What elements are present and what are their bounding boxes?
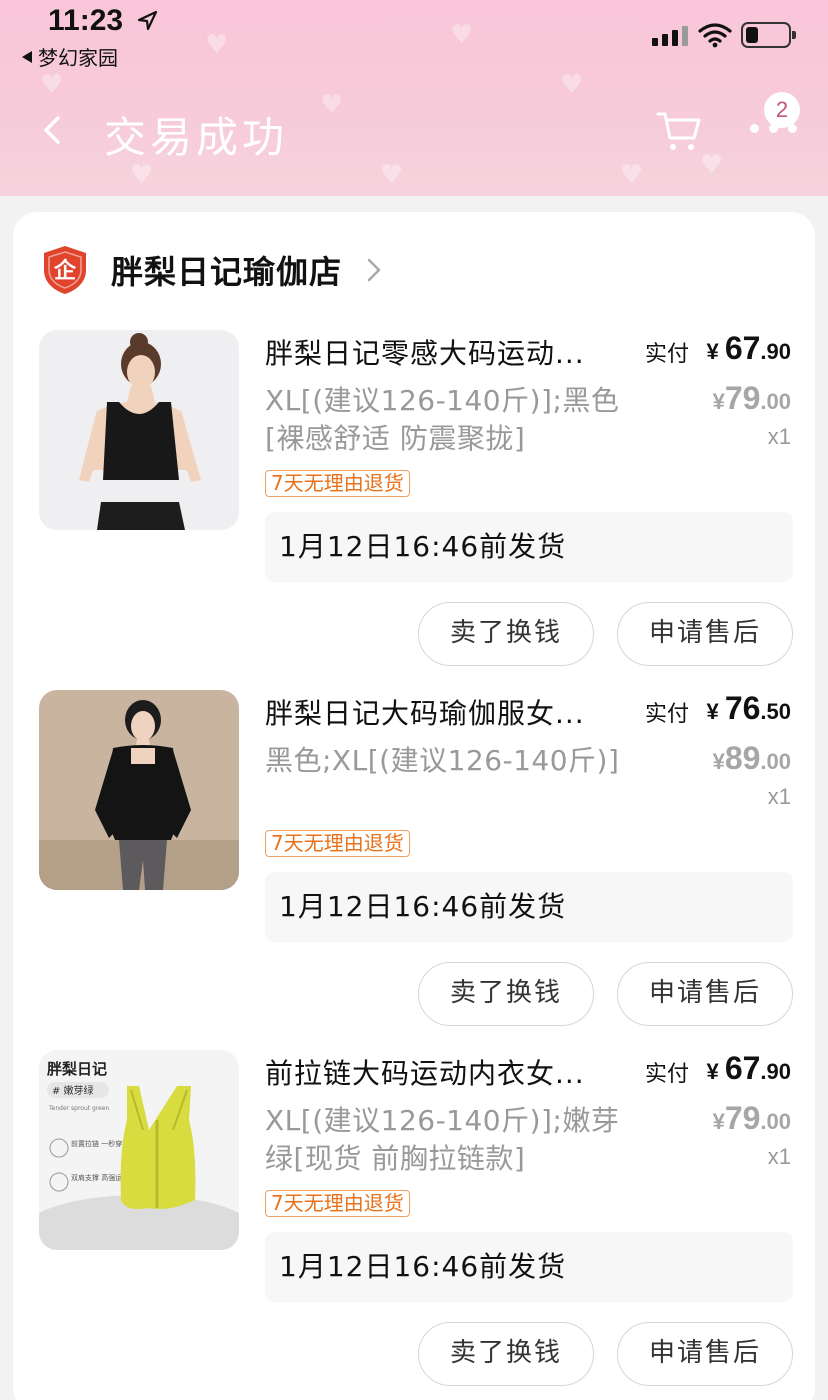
top-header: ♥ ♥ ♥ ♥ ♥ ♥ ♥ ♥ ♥ 11:23 梦幻家园 交易成功 2 <box>0 0 828 196</box>
sell-button[interactable]: 卖了换钱 <box>418 602 594 666</box>
heart-decoration: ♥ <box>320 90 344 120</box>
order-card: 企 胖梨日记瑜伽店 胖梨日记零感大码运动... 实付 ¥ 67.90 XL[(建… <box>13 212 815 1400</box>
heart-decoration: ♥ <box>560 70 584 100</box>
quantity: x1 <box>767 784 791 809</box>
return-policy-tag: 7天无理由退货 <box>265 1190 410 1217</box>
shipping-time: 1月12日16:46前发货 <box>265 872 793 942</box>
sell-button[interactable]: 卖了换钱 <box>418 1322 594 1386</box>
shop-name[interactable]: 胖梨日记瑜伽店 <box>111 247 342 293</box>
order-item: 胖梨日记 # 嫩芽绿 Tender sprout green 前置拉链 一秒穿戴… <box>13 1050 815 1400</box>
thumb-en: Tender sprout green <box>48 1105 110 1112</box>
shop-logo-char: 企 <box>53 258 77 284</box>
heart-decoration: ♥ <box>205 30 229 60</box>
back-triangle-icon <box>22 50 32 63</box>
heart-decoration: ♥ <box>700 150 724 180</box>
heart-decoration: ♥ <box>620 160 644 190</box>
product-image[interactable] <box>39 690 239 890</box>
after-sale-button[interactable]: 申请售后 <box>617 1322 793 1386</box>
product-title[interactable]: 胖梨日记大码瑜伽服女... <box>265 692 615 732</box>
cellular-signal-icon <box>652 26 688 46</box>
thumb-feature-1: 前置拉链 一秒穿戴 <box>71 1139 129 1148</box>
order-item: 胖梨日记大码瑜伽服女... 实付 ¥ 76.50 黑色;XL[(建议126-14… <box>13 690 815 1050</box>
cart-icon[interactable] <box>656 110 702 152</box>
shop-header[interactable]: 企 胖梨日记瑜伽店 <box>41 244 384 296</box>
order-item: 胖梨日记零感大码运动... 实付 ¥ 67.90 XL[(建议126-140斤)… <box>13 330 815 690</box>
thumb-brand: 胖梨日记 <box>47 1060 107 1078</box>
product-title[interactable]: 前拉链大码运动内衣女... <box>265 1052 615 1092</box>
original-price: ¥89.00 <box>712 740 791 776</box>
back-app-label: 梦幻家园 <box>38 46 118 70</box>
shipping-time: 1月12日16:46前发货 <box>265 512 793 582</box>
heart-decoration: ♥ <box>450 20 474 50</box>
thumb-feature-2: 双肩支撑 高强运动 <box>71 1173 129 1182</box>
heart-decoration: ♥ <box>40 70 64 100</box>
paid-price: ¥ 67.90 <box>706 330 791 366</box>
paid-label: 实付 <box>645 702 690 727</box>
product-image[interactable] <box>39 330 239 530</box>
back-to-app-link[interactable]: 梦幻家园 <box>22 42 118 71</box>
paid-price: ¥ 76.50 <box>706 690 791 726</box>
shop-badge-icon: 企 <box>44 246 86 294</box>
product-title[interactable]: 胖梨日记零感大码运动... <box>265 332 615 372</box>
status-time: 11:23 <box>48 4 124 37</box>
product-spec: XL[(建议126-140斤)];黑色[裸感舒适 防震聚拢] <box>265 384 620 455</box>
return-policy-tag: 7天无理由退货 <box>265 830 410 857</box>
product-image[interactable]: 胖梨日记 # 嫩芽绿 Tender sprout green 前置拉链 一秒穿戴… <box>39 1050 239 1250</box>
return-policy-tag: 7天无理由退货 <box>265 470 410 497</box>
heart-decoration: ♥ <box>380 160 404 190</box>
sell-button[interactable]: 卖了换钱 <box>418 962 594 1026</box>
location-arrow-icon <box>137 10 158 31</box>
original-price: ¥79.00 <box>712 1100 791 1136</box>
back-chevron-icon[interactable] <box>36 112 72 148</box>
notification-badge: 2 <box>764 92 800 128</box>
paid-label: 实付 <box>645 1062 690 1087</box>
thumb-color: # 嫩芽绿 <box>52 1084 94 1097</box>
after-sale-button[interactable]: 申请售后 <box>617 962 793 1026</box>
paid-price: ¥ 67.90 <box>706 1050 791 1086</box>
quantity: x1 <box>767 424 791 449</box>
paid-label: 实付 <box>645 342 690 367</box>
wifi-icon <box>698 23 732 48</box>
product-spec: 黑色;XL[(建议126-140斤)] <box>265 744 620 777</box>
battery-icon <box>741 22 796 48</box>
quantity: x1 <box>767 1144 791 1169</box>
original-price: ¥79.00 <box>712 380 791 416</box>
page-title: 交易成功 <box>104 113 289 162</box>
after-sale-button[interactable]: 申请售后 <box>617 602 793 666</box>
product-spec: XL[(建议126-140斤)];嫩芽绿[现货 前胸拉链款] <box>265 1104 620 1175</box>
chevron-right-icon <box>367 258 381 282</box>
shipping-time: 1月12日16:46前发货 <box>265 1232 793 1302</box>
